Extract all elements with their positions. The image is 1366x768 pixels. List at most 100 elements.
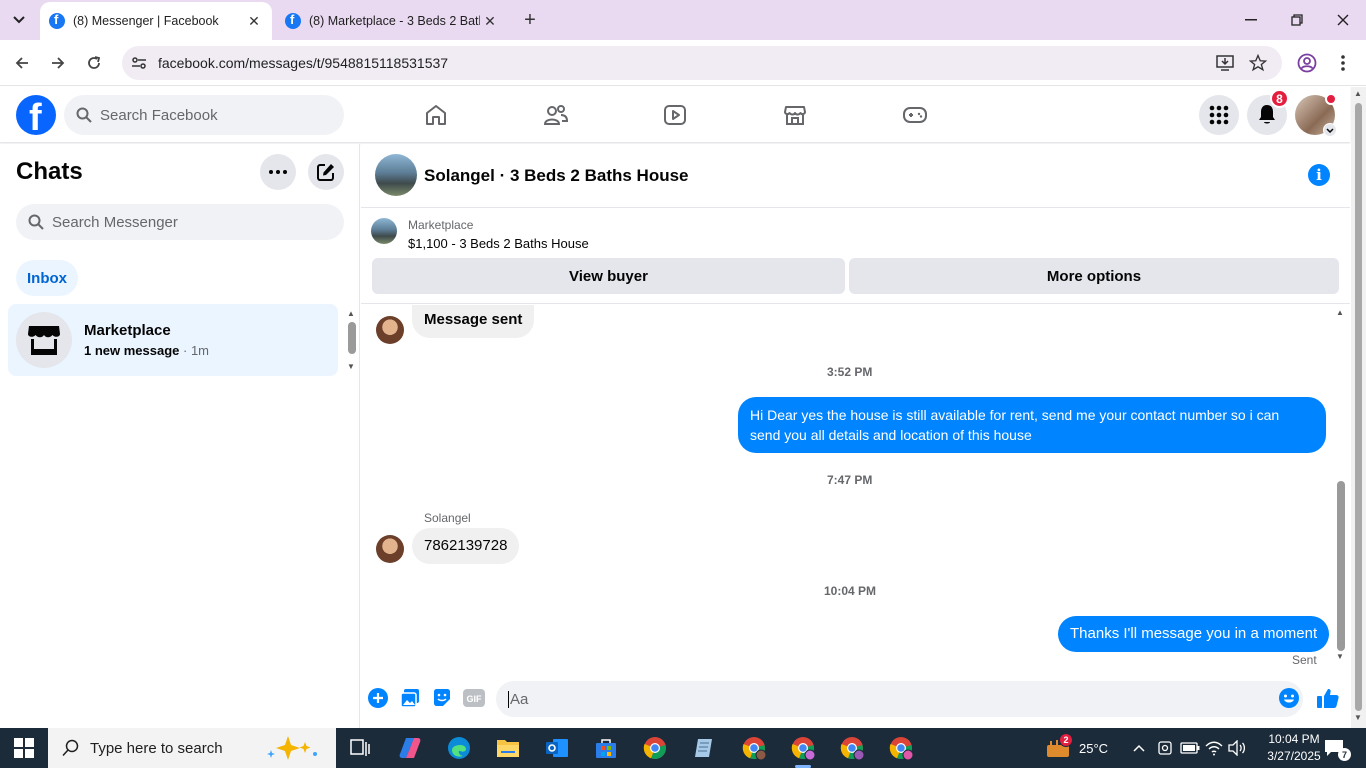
message-composer: GIF Aa bbox=[361, 670, 1350, 728]
more-actions-button[interactable] bbox=[366, 686, 390, 710]
new-message-button[interactable] bbox=[308, 154, 344, 190]
nav-marketplace[interactable] bbox=[775, 97, 815, 133]
listing-thumbnail[interactable] bbox=[371, 218, 397, 244]
reload-button[interactable] bbox=[81, 50, 107, 76]
address-bar[interactable]: facebook.com/messages/t/9548815118531537 bbox=[122, 46, 1282, 80]
apps-grid-icon bbox=[1209, 105, 1229, 125]
message-bubble-incoming[interactable]: 7862139728 bbox=[412, 528, 520, 564]
scroll-up-arrow-icon[interactable]: ▲ bbox=[347, 309, 355, 318]
chrome-profile-app[interactable] bbox=[838, 734, 866, 762]
thread-scrollbar[interactable] bbox=[1337, 481, 1345, 651]
listing-thumbnail[interactable] bbox=[375, 154, 417, 196]
profile-button[interactable] bbox=[1295, 51, 1319, 75]
message-bubble-outgoing[interactable]: Thanks I'll message you in a moment bbox=[1058, 616, 1330, 652]
battery-button[interactable] bbox=[1180, 728, 1200, 768]
close-tab-icon[interactable]: ✕ bbox=[480, 11, 500, 31]
search-messenger-input[interactable]: Search Messenger bbox=[16, 204, 344, 240]
nav-gaming[interactable] bbox=[895, 97, 935, 133]
chrome-app[interactable] bbox=[641, 734, 669, 762]
scroll-up-arrow-icon[interactable]: ▲ bbox=[1336, 308, 1344, 317]
emoji-button[interactable] bbox=[1277, 686, 1301, 710]
minimize-button[interactable] bbox=[1236, 8, 1266, 32]
browser-menu-button[interactable] bbox=[1331, 51, 1355, 75]
new-tab-button[interactable]: + bbox=[518, 8, 542, 32]
site-info-icon[interactable] bbox=[130, 54, 148, 72]
facebook-logo-icon[interactable]: f bbox=[16, 95, 56, 135]
page-scrollbar[interactable]: ▲ ▼ bbox=[1351, 87, 1366, 728]
scroll-down-arrow-icon[interactable]: ▼ bbox=[347, 362, 355, 371]
sender-avatar[interactable] bbox=[376, 535, 404, 563]
taskbar-clock[interactable]: 10:04 PM 3/27/2025 bbox=[1262, 731, 1326, 765]
chat-preview: 1 new message · 1m bbox=[84, 343, 210, 358]
more-vertical-icon bbox=[1341, 55, 1345, 71]
watch-icon bbox=[664, 105, 686, 125]
outlook-app[interactable] bbox=[543, 734, 571, 762]
scroll-down-arrow-icon[interactable]: ▼ bbox=[1336, 652, 1344, 661]
gif-button[interactable]: GIF bbox=[462, 686, 486, 710]
weather-widget[interactable]: 2 25°C bbox=[1045, 728, 1108, 768]
send-like-button[interactable] bbox=[1316, 686, 1340, 710]
back-button[interactable] bbox=[9, 50, 35, 76]
task-view-icon bbox=[350, 739, 370, 756]
chrome-profile-app[interactable] bbox=[887, 734, 915, 762]
volume-button[interactable] bbox=[1228, 728, 1246, 768]
chevron-down-icon bbox=[13, 16, 25, 24]
page-scrollbar-thumb[interactable] bbox=[1355, 103, 1362, 711]
copilot-app[interactable] bbox=[396, 734, 424, 762]
install-app-button[interactable] bbox=[1213, 51, 1237, 75]
chat-list-scrollbar[interactable] bbox=[348, 322, 356, 354]
microsoft-store-app[interactable] bbox=[592, 734, 620, 762]
listing-title[interactable]: $1,100 - 3 Beds 2 Baths House bbox=[408, 236, 589, 251]
tab-search-button[interactable] bbox=[6, 8, 32, 32]
sender-avatar[interactable] bbox=[376, 316, 404, 344]
conversation-info-icon[interactable]: i bbox=[1308, 164, 1330, 186]
network-button[interactable] bbox=[1205, 728, 1223, 768]
chrome-profile-app[interactable] bbox=[740, 734, 768, 762]
star-icon bbox=[1249, 54, 1267, 72]
chrome-profile-app-active[interactable] bbox=[789, 734, 817, 768]
show-hidden-icons-button[interactable] bbox=[1133, 728, 1145, 768]
close-window-button[interactable] bbox=[1328, 8, 1358, 32]
chat-list-item[interactable]: Marketplace 1 new message · 1m bbox=[8, 304, 338, 376]
search-icon bbox=[62, 739, 79, 757]
message-input[interactable]: Aa bbox=[496, 681, 1303, 717]
meet-now-button[interactable] bbox=[1157, 728, 1173, 768]
chats-options-button[interactable] bbox=[260, 154, 296, 190]
account-avatar[interactable] bbox=[1295, 93, 1337, 137]
browser-toolbar: facebook.com/messages/t/9548815118531537 bbox=[0, 40, 1366, 86]
message-bubble-incoming[interactable]: Message sent bbox=[412, 305, 535, 338]
inbox-filter-tab[interactable]: Inbox bbox=[16, 260, 78, 296]
close-tab-icon[interactable]: ✕ bbox=[244, 11, 264, 31]
menu-button[interactable] bbox=[1199, 95, 1239, 135]
search-placeholder: Search Facebook bbox=[100, 106, 218, 124]
notification-center-button[interactable]: 7 bbox=[1324, 728, 1351, 768]
view-buyer-button[interactable]: View buyer bbox=[372, 258, 845, 294]
scroll-down-arrow-icon[interactable]: ▼ bbox=[1354, 713, 1362, 722]
taskbar-search-input[interactable]: Type here to search bbox=[48, 728, 336, 768]
windows-start-icon[interactable] bbox=[14, 738, 34, 758]
plus-circle-icon bbox=[368, 688, 388, 708]
attach-photo-button[interactable] bbox=[398, 686, 422, 710]
task-view-button[interactable] bbox=[346, 734, 374, 762]
message-bubble-outgoing[interactable]: Hi Dear yes the house is still available… bbox=[738, 397, 1326, 453]
sticker-button[interactable] bbox=[430, 686, 454, 710]
message-line: Hi Dear yes the house is still available… bbox=[750, 407, 1280, 423]
arrow-right-icon bbox=[52, 57, 65, 69]
search-icon bbox=[76, 107, 92, 123]
file-explorer-app[interactable] bbox=[494, 734, 522, 762]
facebook-search-input[interactable]: Search Facebook bbox=[64, 95, 344, 135]
notes-app[interactable] bbox=[690, 734, 718, 762]
nav-home[interactable] bbox=[416, 97, 456, 133]
restore-button[interactable] bbox=[1282, 8, 1312, 32]
tab-messenger[interactable]: (8) Messenger | Facebook ✕ bbox=[40, 2, 272, 40]
nav-friends[interactable] bbox=[536, 97, 576, 133]
forward-button[interactable] bbox=[45, 50, 71, 76]
bookmark-button[interactable] bbox=[1246, 51, 1270, 75]
conversation-title[interactable]: Solangel · 3 Beds 2 Baths House bbox=[424, 166, 689, 186]
nav-watch[interactable] bbox=[655, 97, 695, 133]
edge-app[interactable] bbox=[445, 734, 473, 762]
more-options-button[interactable]: More options bbox=[849, 258, 1339, 294]
battery-icon bbox=[1180, 742, 1200, 754]
scroll-up-arrow-icon[interactable]: ▲ bbox=[1354, 89, 1362, 98]
tab-marketplace[interactable]: (8) Marketplace - 3 Beds 2 Baths ✕ bbox=[276, 2, 508, 40]
